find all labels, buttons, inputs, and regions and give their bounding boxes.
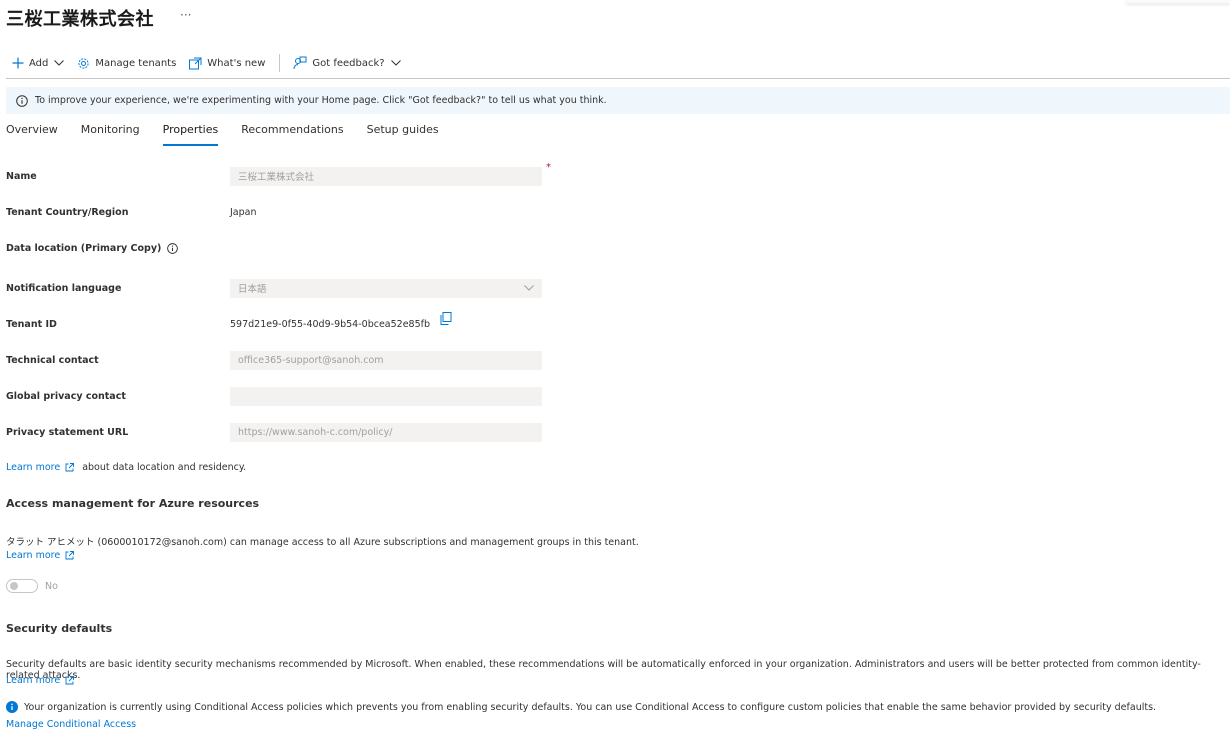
feedback-person-icon [293,56,307,70]
country-value: Japan [230,206,257,218]
toolbar-divider [279,54,281,72]
info-banner: To improve your experience, we're experi… [6,87,1230,114]
tab-monitoring[interactable]: Monitoring [81,120,140,146]
plus-icon [12,57,24,69]
external-window-icon [189,57,202,69]
access-management-heading: Access management for Azure resources [6,497,260,510]
chevron-down-icon [54,60,65,66]
learn-more-label: Learn more [6,462,61,473]
tab-properties[interactable]: Properties [162,120,218,146]
toolbar-divider-line [6,78,1230,79]
privacy-contact-field[interactable] [230,386,542,406]
external-link-icon [65,676,75,685]
security-defaults-heading: Security defaults [6,622,113,635]
notification-language-select[interactable]: 日本語 [230,278,542,298]
manage-tenants-label: Manage tenants [95,57,177,69]
conditional-access-notice: Your organization is currently using Con… [6,701,1156,713]
privacy-url-label: Privacy statement URL [6,426,129,438]
learn-more-label: Learn more [6,550,61,561]
notification-language-row: Notification language 日本語 [6,278,706,298]
name-field[interactable]: 三桜工業株式会社 [230,166,542,186]
access-learn-more-wrap: Learn more [6,550,75,561]
manage-ca-wrap: Manage Conditional Access [6,719,136,730]
feedback-button[interactable]: Got feedback? [287,52,407,74]
add-button[interactable]: Add [6,52,71,74]
info-icon [16,94,28,107]
external-link-icon [65,551,75,560]
tab-recommendations[interactable]: Recommendations [241,120,343,146]
security-defaults-description: Security defaults are basic identity sec… [6,659,1201,681]
learn-more-link[interactable]: Learn more [6,550,75,561]
whats-new-label: What's new [207,57,266,69]
toggle-knob [10,582,18,590]
notification-language-value: 日本語 [238,284,267,295]
name-label: Name [6,170,37,182]
toggle-state-label: No [45,580,58,592]
privacy-url-row: Privacy statement URL https://www.sanoh-… [6,422,706,442]
data-location-note-text: about data location and residency. [82,462,247,473]
data-location-row: Data location (Primary Copy) [6,238,706,258]
tenant-id-value: 597d21e9-0f55-40d9-9b54-0bcea52e85fb [230,318,431,330]
privacy-contact-label: Global privacy contact [6,390,126,402]
chevron-down-icon [390,60,401,66]
notification-language-label: Notification language [6,282,122,294]
technical-contact-row: Technical contact office365-support@sano… [6,350,706,370]
technical-contact-label: Technical contact [6,354,99,366]
privacy-contact-row: Global privacy contact [6,386,706,406]
learn-more-link[interactable]: Learn more [6,675,75,686]
access-management-toggle[interactable] [6,579,38,593]
add-label: Add [29,57,49,69]
feedback-label: Got feedback? [312,57,385,69]
command-bar: Add Manage tenants What's new Got feedba… [6,52,408,74]
data-location-label: Data location (Primary Copy) [6,242,162,254]
info-icon[interactable] [167,242,179,254]
chevron-down-icon [524,285,534,291]
manage-tenants-button[interactable]: Manage tenants [71,52,183,74]
data-location-note: Learn more about data location and resid… [6,462,246,473]
data-location-label-group: Data location (Primary Copy) [6,243,230,254]
tab-setup-guides[interactable]: Setup guides [367,120,439,146]
tab-overview[interactable]: Overview [6,120,58,146]
privacy-url-field[interactable]: https://www.sanoh-c.com/policy/ [230,422,542,442]
tenant-id-label: Tenant ID [6,318,57,330]
security-learn-more-wrap: Learn more [6,675,75,686]
info-filled-icon [6,701,18,713]
copy-icon[interactable] [440,312,452,325]
banner-text: To improve your experience, we're experi… [35,95,607,106]
conditional-access-notice-text: Your organization is currently using Con… [24,701,1157,713]
external-link-icon [65,463,75,472]
whats-new-button[interactable]: What's new [183,52,272,74]
top-right-shadow [1126,0,1230,3]
more-options-button[interactable]: ··· [180,8,191,22]
tab-bar: Overview Monitoring Properties Recommend… [6,120,462,146]
country-row: Tenant Country/Region Japan [6,202,706,222]
gear-icon [78,57,89,69]
required-indicator: * [546,162,551,173]
access-management-description: タラット アヒメット (0600010172@sanoh.com) can ma… [6,537,639,548]
manage-conditional-access-link[interactable]: Manage Conditional Access [6,719,136,730]
tenant-id-row: Tenant ID 597d21e9-0f55-40d9-9b54-0bcea5… [6,312,706,334]
page-title: 三桜工業株式会社 [6,9,154,30]
technical-contact-field[interactable]: office365-support@sanoh.com [230,350,542,370]
learn-more-link[interactable]: Learn more [6,462,75,473]
country-label: Tenant Country/Region [6,206,129,218]
name-row: Name 三桜工業株式会社 * [6,162,706,186]
access-toggle-row: No [6,579,58,593]
learn-more-label: Learn more [6,675,61,686]
